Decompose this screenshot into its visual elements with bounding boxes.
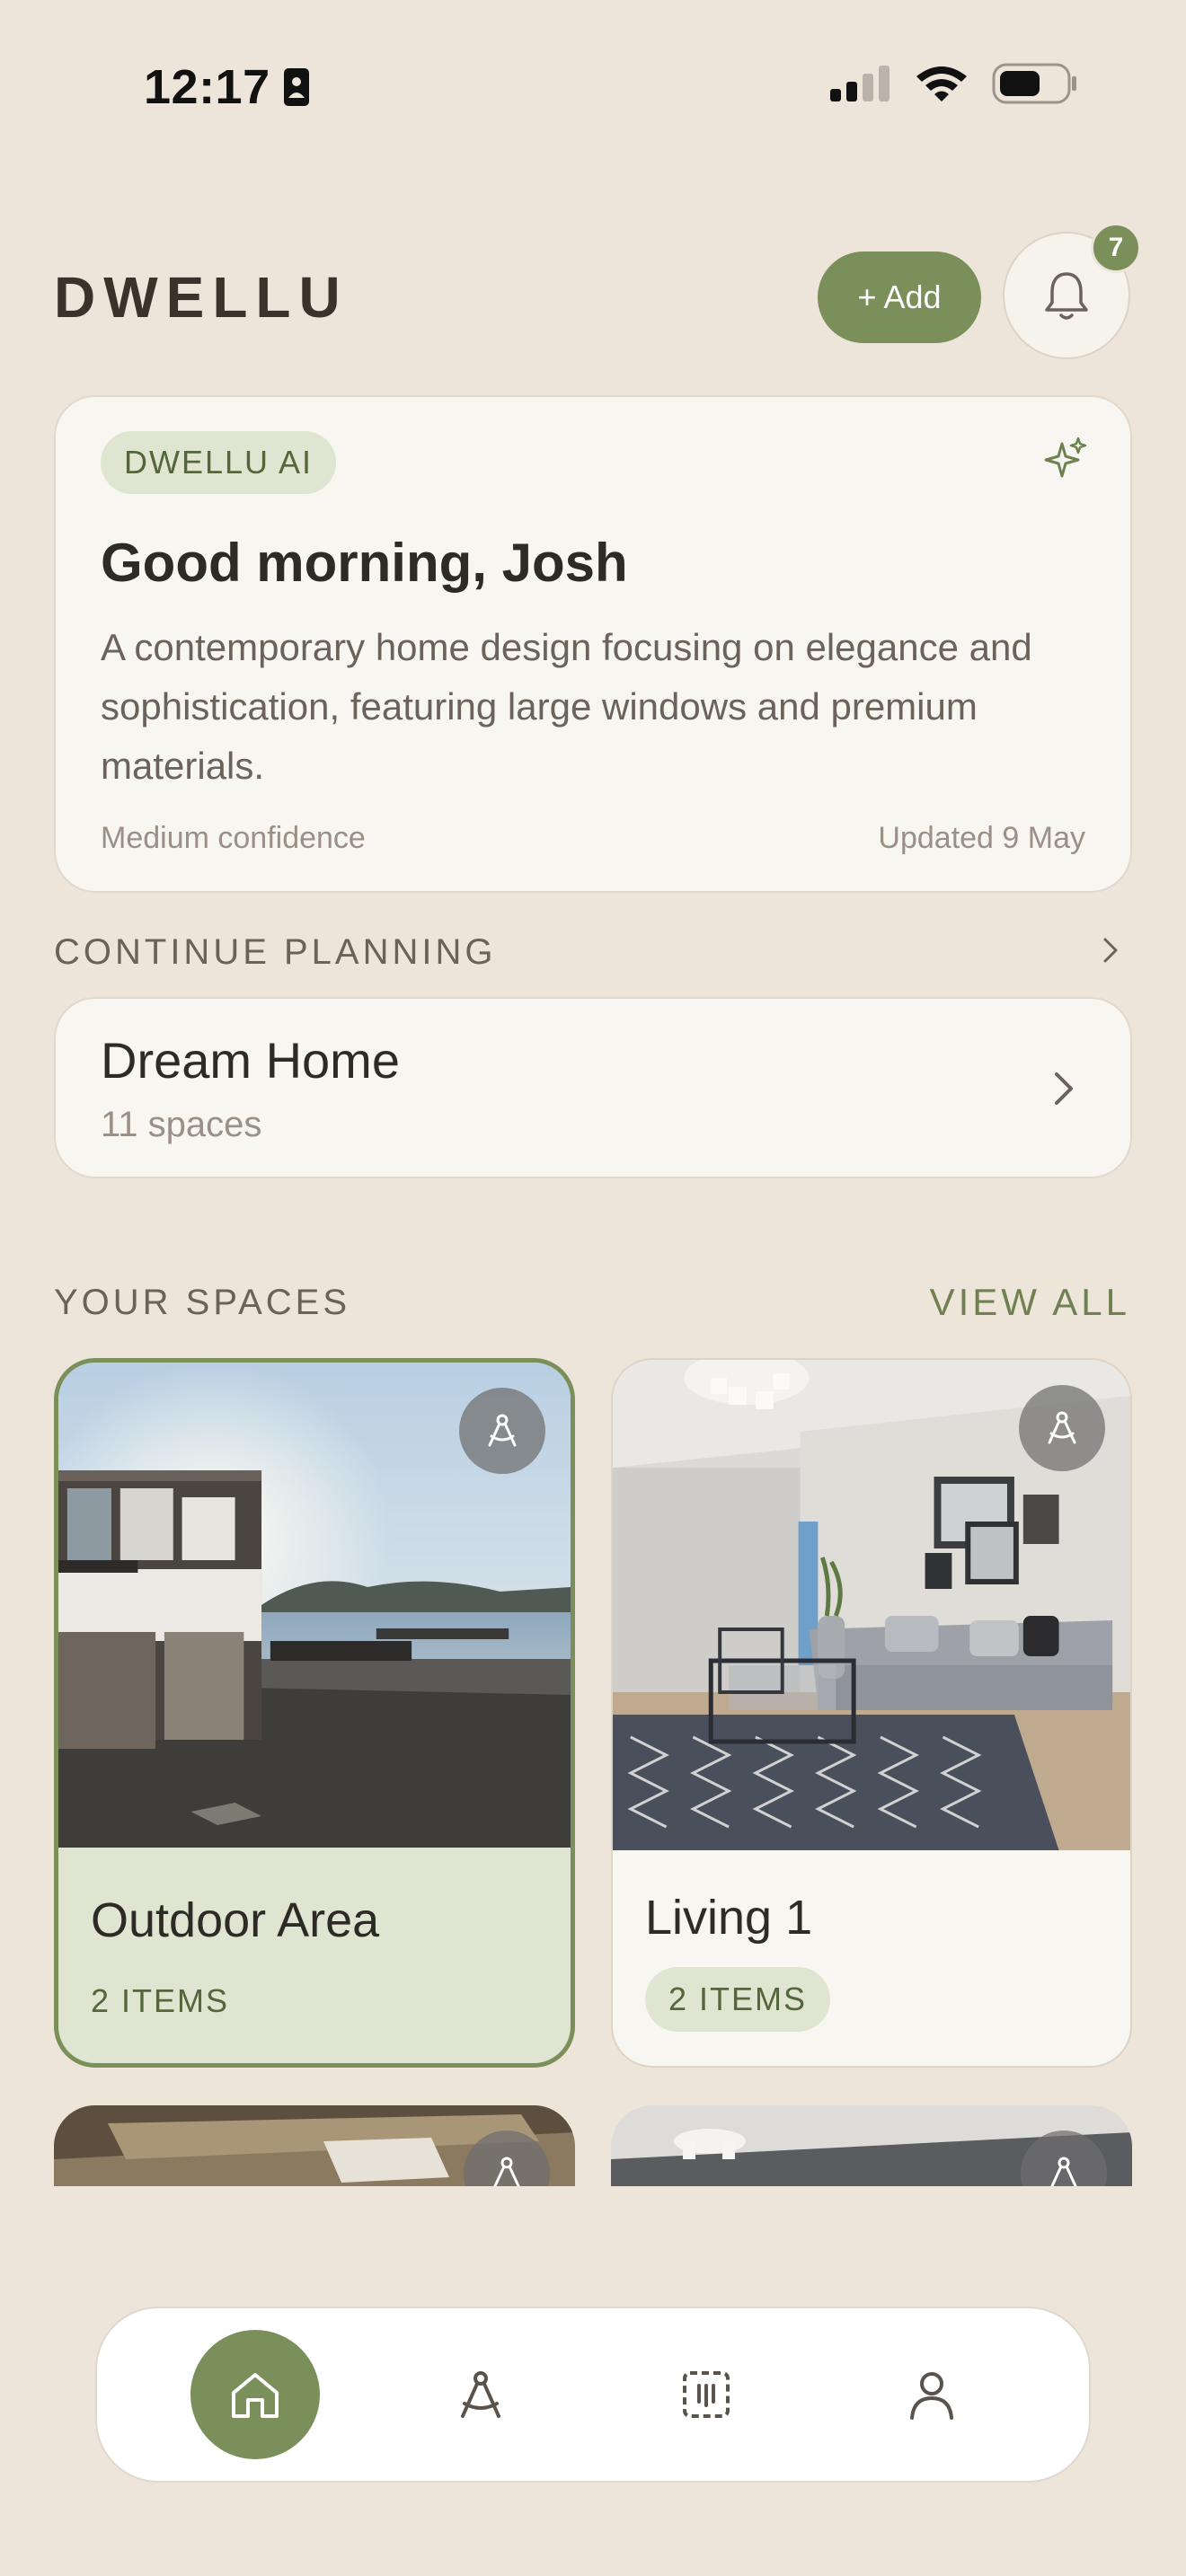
sparkle-icon xyxy=(1044,437,1087,478)
design-badge[interactable] xyxy=(1019,1385,1105,1471)
design-badge[interactable] xyxy=(459,1388,545,1474)
plan-subtitle: 11 spaces xyxy=(101,1105,262,1144)
ai-summary-card[interactable]: DWELLU AI Good morning, Josh A contempor… xyxy=(54,395,1132,893)
bell-icon xyxy=(1045,272,1088,320)
notification-badge: 7 xyxy=(1091,223,1141,273)
space-item-count: 2 ITEMS xyxy=(645,1967,831,2032)
signal-icon xyxy=(830,66,890,101)
compass-icon xyxy=(488,1414,517,1447)
scan-icon xyxy=(682,2371,730,2418)
app-logo: DWELLU xyxy=(54,265,349,330)
space-card-outdoor-area[interactable]: Outdoor Area 2 ITEMS xyxy=(54,1358,575,2068)
plan-card-dream-home[interactable]: Dream Home 11 spaces xyxy=(54,997,1132,1178)
bottom-nav xyxy=(95,2307,1091,2483)
greeting-title: Good morning, Josh xyxy=(101,533,628,593)
space-card-living-1[interactable]: Living 1 2 ITEMS xyxy=(611,1358,1132,2068)
status-icons xyxy=(830,63,1078,104)
status-time: 12:17 xyxy=(144,59,310,115)
compass-icon xyxy=(1048,1411,1076,1444)
nav-home[interactable] xyxy=(190,2330,320,2459)
profile-icon xyxy=(909,2372,953,2420)
updated-label: Updated 9 May xyxy=(878,821,1085,855)
ai-chip: DWELLU AI xyxy=(101,431,337,494)
compass-icon xyxy=(460,2371,500,2418)
space-name: Outdoor Area xyxy=(91,1893,380,1947)
continue-planning-heading: CONTINUE PLANNING xyxy=(54,932,497,972)
id-card-icon xyxy=(283,68,309,106)
nav-scan[interactable] xyxy=(642,2330,771,2459)
ai-description: A contemporary home design focusing on e… xyxy=(101,626,1032,787)
your-spaces-heading: YOUR SPACES xyxy=(54,1283,350,1322)
home-screen: 12:17 DWELLU + Add 7 DWELLU AI Good morn… xyxy=(0,0,1186,2576)
plan-title: Dream Home xyxy=(101,1032,400,1089)
space-item-count: 2 ITEMS xyxy=(91,1982,230,2019)
view-all-link[interactable]: VIEW ALL xyxy=(930,1281,1130,1324)
space-card-partial[interactable] xyxy=(611,2105,1132,2186)
battery-icon xyxy=(992,63,1076,104)
compass-icon xyxy=(1050,2157,1077,2186)
space-name: Living 1 xyxy=(645,1891,813,1945)
space-card-partial[interactable] xyxy=(54,2105,575,2186)
chevron-right-icon xyxy=(1055,1072,1073,1105)
confidence-label: Medium confidence xyxy=(101,821,366,855)
home-icon xyxy=(231,2373,279,2418)
add-button[interactable]: + Add xyxy=(818,251,981,343)
nav-profile[interactable] xyxy=(867,2330,996,2459)
chevron-right-icon[interactable] xyxy=(1096,934,1125,966)
compass-icon xyxy=(493,2157,520,2186)
wifi-icon xyxy=(916,66,967,101)
nav-design[interactable] xyxy=(416,2330,545,2459)
